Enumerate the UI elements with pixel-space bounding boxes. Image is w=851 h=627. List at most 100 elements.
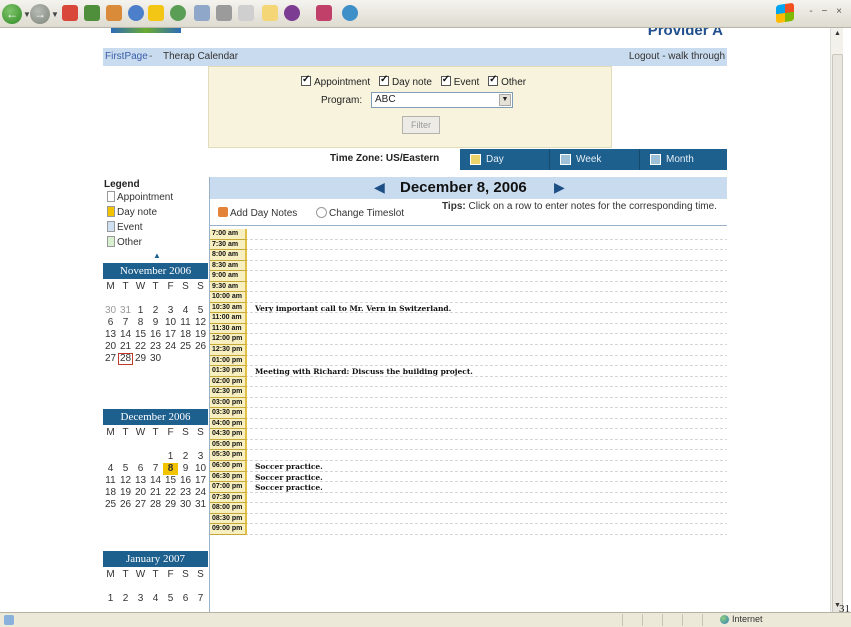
calendar-day[interactable]: 9 (178, 463, 193, 475)
folder-icon[interactable] (262, 5, 278, 21)
time-slot-row[interactable]: 08:00 pm (210, 503, 727, 514)
logout-link[interactable]: Logout - walk through (629, 48, 725, 66)
calendar-day[interactable]: 5 (163, 593, 178, 605)
calendar-day[interactable]: 17 (163, 329, 178, 341)
calendar-day[interactable]: 15 (133, 329, 148, 341)
time-slot-row[interactable]: 06:30 pm Soccer practice. (210, 471, 727, 483)
appointment-checkbox[interactable] (301, 74, 311, 86)
calendar-day[interactable]: 26 (118, 499, 133, 511)
calendar-day[interactable]: 23 (178, 487, 193, 499)
search-icon[interactable] (128, 5, 144, 21)
time-slot-row[interactable]: 8:00 am (210, 250, 727, 261)
scroll-thumb[interactable] (832, 54, 843, 614)
calendar-day[interactable]: 30 (178, 499, 193, 511)
calendar-day[interactable]: 8 (163, 463, 178, 475)
month-title[interactable]: November 2006 (103, 263, 208, 279)
program-select[interactable]: ABC ▼ (371, 92, 513, 108)
time-slot-row[interactable]: 05:00 pm (210, 439, 727, 451)
calendar-day[interactable]: 29 (133, 353, 148, 365)
filter-event[interactable]: Event (440, 74, 479, 88)
window-controls[interactable]: - − × (809, 6, 845, 17)
calendar-day[interactable]: 11 (103, 475, 118, 487)
calendar-day[interactable]: 25 (178, 341, 193, 353)
calendar-day[interactable]: 2 (148, 305, 163, 317)
calendar-day[interactable]: 6 (133, 463, 148, 475)
slot-note[interactable]: Very important call to Mr. Vern in Switz… (255, 303, 451, 314)
forward-dropdown-icon[interactable]: ▼ (51, 10, 59, 19)
calendar-day[interactable]: 21 (118, 341, 133, 353)
edit-icon[interactable] (238, 5, 254, 21)
calendar-day[interactable]: 28 (118, 353, 133, 365)
filter-button[interactable]: Filter (402, 116, 440, 134)
chevron-down-icon[interactable]: ▼ (499, 94, 511, 106)
time-slot-row[interactable]: 06:00 pm Soccer practice. (210, 461, 727, 472)
time-slot-row[interactable]: 12:30 pm (210, 345, 727, 356)
time-slot-row[interactable]: 11:30 am (210, 323, 727, 335)
time-slot-row[interactable]: 7:00 am (210, 229, 727, 240)
time-slot-row[interactable]: 02:00 pm (210, 376, 727, 388)
calendar-day[interactable]: 16 (178, 475, 193, 487)
tab-day[interactable]: Day (460, 149, 550, 170)
calendar-day[interactable]: 13 (103, 329, 118, 341)
calendar-day[interactable]: 22 (163, 487, 178, 499)
back-icon[interactable]: ← (2, 4, 22, 24)
calendar-day[interactable]: 21 (148, 487, 163, 499)
event-checkbox[interactable] (440, 74, 451, 86)
calendar-day[interactable]: 6 (103, 317, 118, 329)
calendar-day[interactable]: 22 (133, 341, 148, 353)
filter-other[interactable]: Other (488, 74, 526, 88)
calendar-day[interactable]: 16 (148, 329, 163, 341)
calendar-day[interactable]: 4 (178, 305, 193, 317)
calendar-day[interactable]: 11 (178, 317, 193, 329)
calendar-day[interactable]: 24 (193, 487, 208, 499)
time-slot-row[interactable]: 10:00 am (210, 292, 727, 303)
scroll-up-arrow-icon[interactable]: ▲ (832, 28, 843, 40)
time-slot-row[interactable]: 10:30 am Very important call to Mr. Vern … (210, 302, 727, 314)
calendar-day[interactable]: 5 (193, 305, 208, 317)
calendar-day[interactable]: 17 (193, 475, 208, 487)
calendar-day[interactable]: 24 (163, 341, 178, 353)
time-slot-row[interactable]: 05:30 pm (210, 450, 727, 462)
time-slot-row[interactable]: 8:30 am (210, 260, 727, 272)
prev-day-icon[interactable]: ◀ (374, 179, 385, 196)
calendar-day[interactable]: 1 (163, 451, 178, 463)
calendar-day[interactable]: 28 (148, 499, 163, 511)
refresh-icon[interactable] (84, 5, 100, 21)
month-title[interactable]: January 2007 (103, 551, 208, 567)
breadcrumb-first-page[interactable]: FirstPage (105, 48, 148, 66)
calendar-day[interactable]: 7 (193, 593, 208, 605)
calendar-day[interactable]: 3 (193, 451, 208, 463)
time-slot-row[interactable]: 12:00 pm (210, 334, 727, 346)
calendar-day[interactable]: 4 (103, 463, 118, 475)
calendar-day[interactable]: 4 (148, 593, 163, 605)
filter-day-note[interactable]: Day note (378, 74, 432, 88)
time-slot-row[interactable]: 07:00 pm Soccer practice. (210, 482, 727, 493)
day-note-checkbox[interactable] (378, 74, 389, 86)
calendar-day[interactable]: 7 (148, 463, 163, 475)
other-checkbox[interactable] (488, 74, 499, 86)
calendar-day[interactable]: 1 (103, 593, 118, 605)
calendar-day[interactable]: 12 (118, 475, 133, 487)
next-day-icon[interactable]: ▶ (554, 179, 565, 196)
time-slot-row[interactable]: 02:30 pm (210, 387, 727, 398)
time-slot-row[interactable]: 07:30 pm (210, 492, 727, 504)
calendar-day[interactable]: 20 (133, 487, 148, 499)
slot-note[interactable]: Soccer practice. (255, 482, 323, 493)
tab-month[interactable]: Month (640, 149, 727, 170)
calendar-day[interactable]: 5 (118, 463, 133, 475)
calendar-day[interactable]: 3 (163, 305, 178, 317)
calendar-day[interactable]: 26 (193, 341, 208, 353)
calendar-day[interactable]: 18 (178, 329, 193, 341)
slot-note[interactable]: Soccer practice. (255, 472, 323, 483)
time-slot-row[interactable]: 01:30 pm Meeting with Richard: Discuss th… (210, 366, 727, 377)
scroll-up-icon[interactable]: ▲ (153, 251, 161, 260)
time-slot-row[interactable]: 09:00 pm (210, 524, 727, 535)
calendar-day[interactable]: 23 (148, 341, 163, 353)
calendar-day[interactable]: 27 (133, 499, 148, 511)
add-day-notes-button[interactable]: Add Day Notes (218, 207, 297, 219)
home-icon[interactable] (106, 5, 122, 21)
time-slot-row[interactable]: 7:30 am (210, 239, 727, 251)
time-slot-row[interactable]: 9:30 am (210, 281, 727, 293)
calendar-day[interactable]: 12 (193, 317, 208, 329)
calendar-day[interactable]: 7 (118, 317, 133, 329)
